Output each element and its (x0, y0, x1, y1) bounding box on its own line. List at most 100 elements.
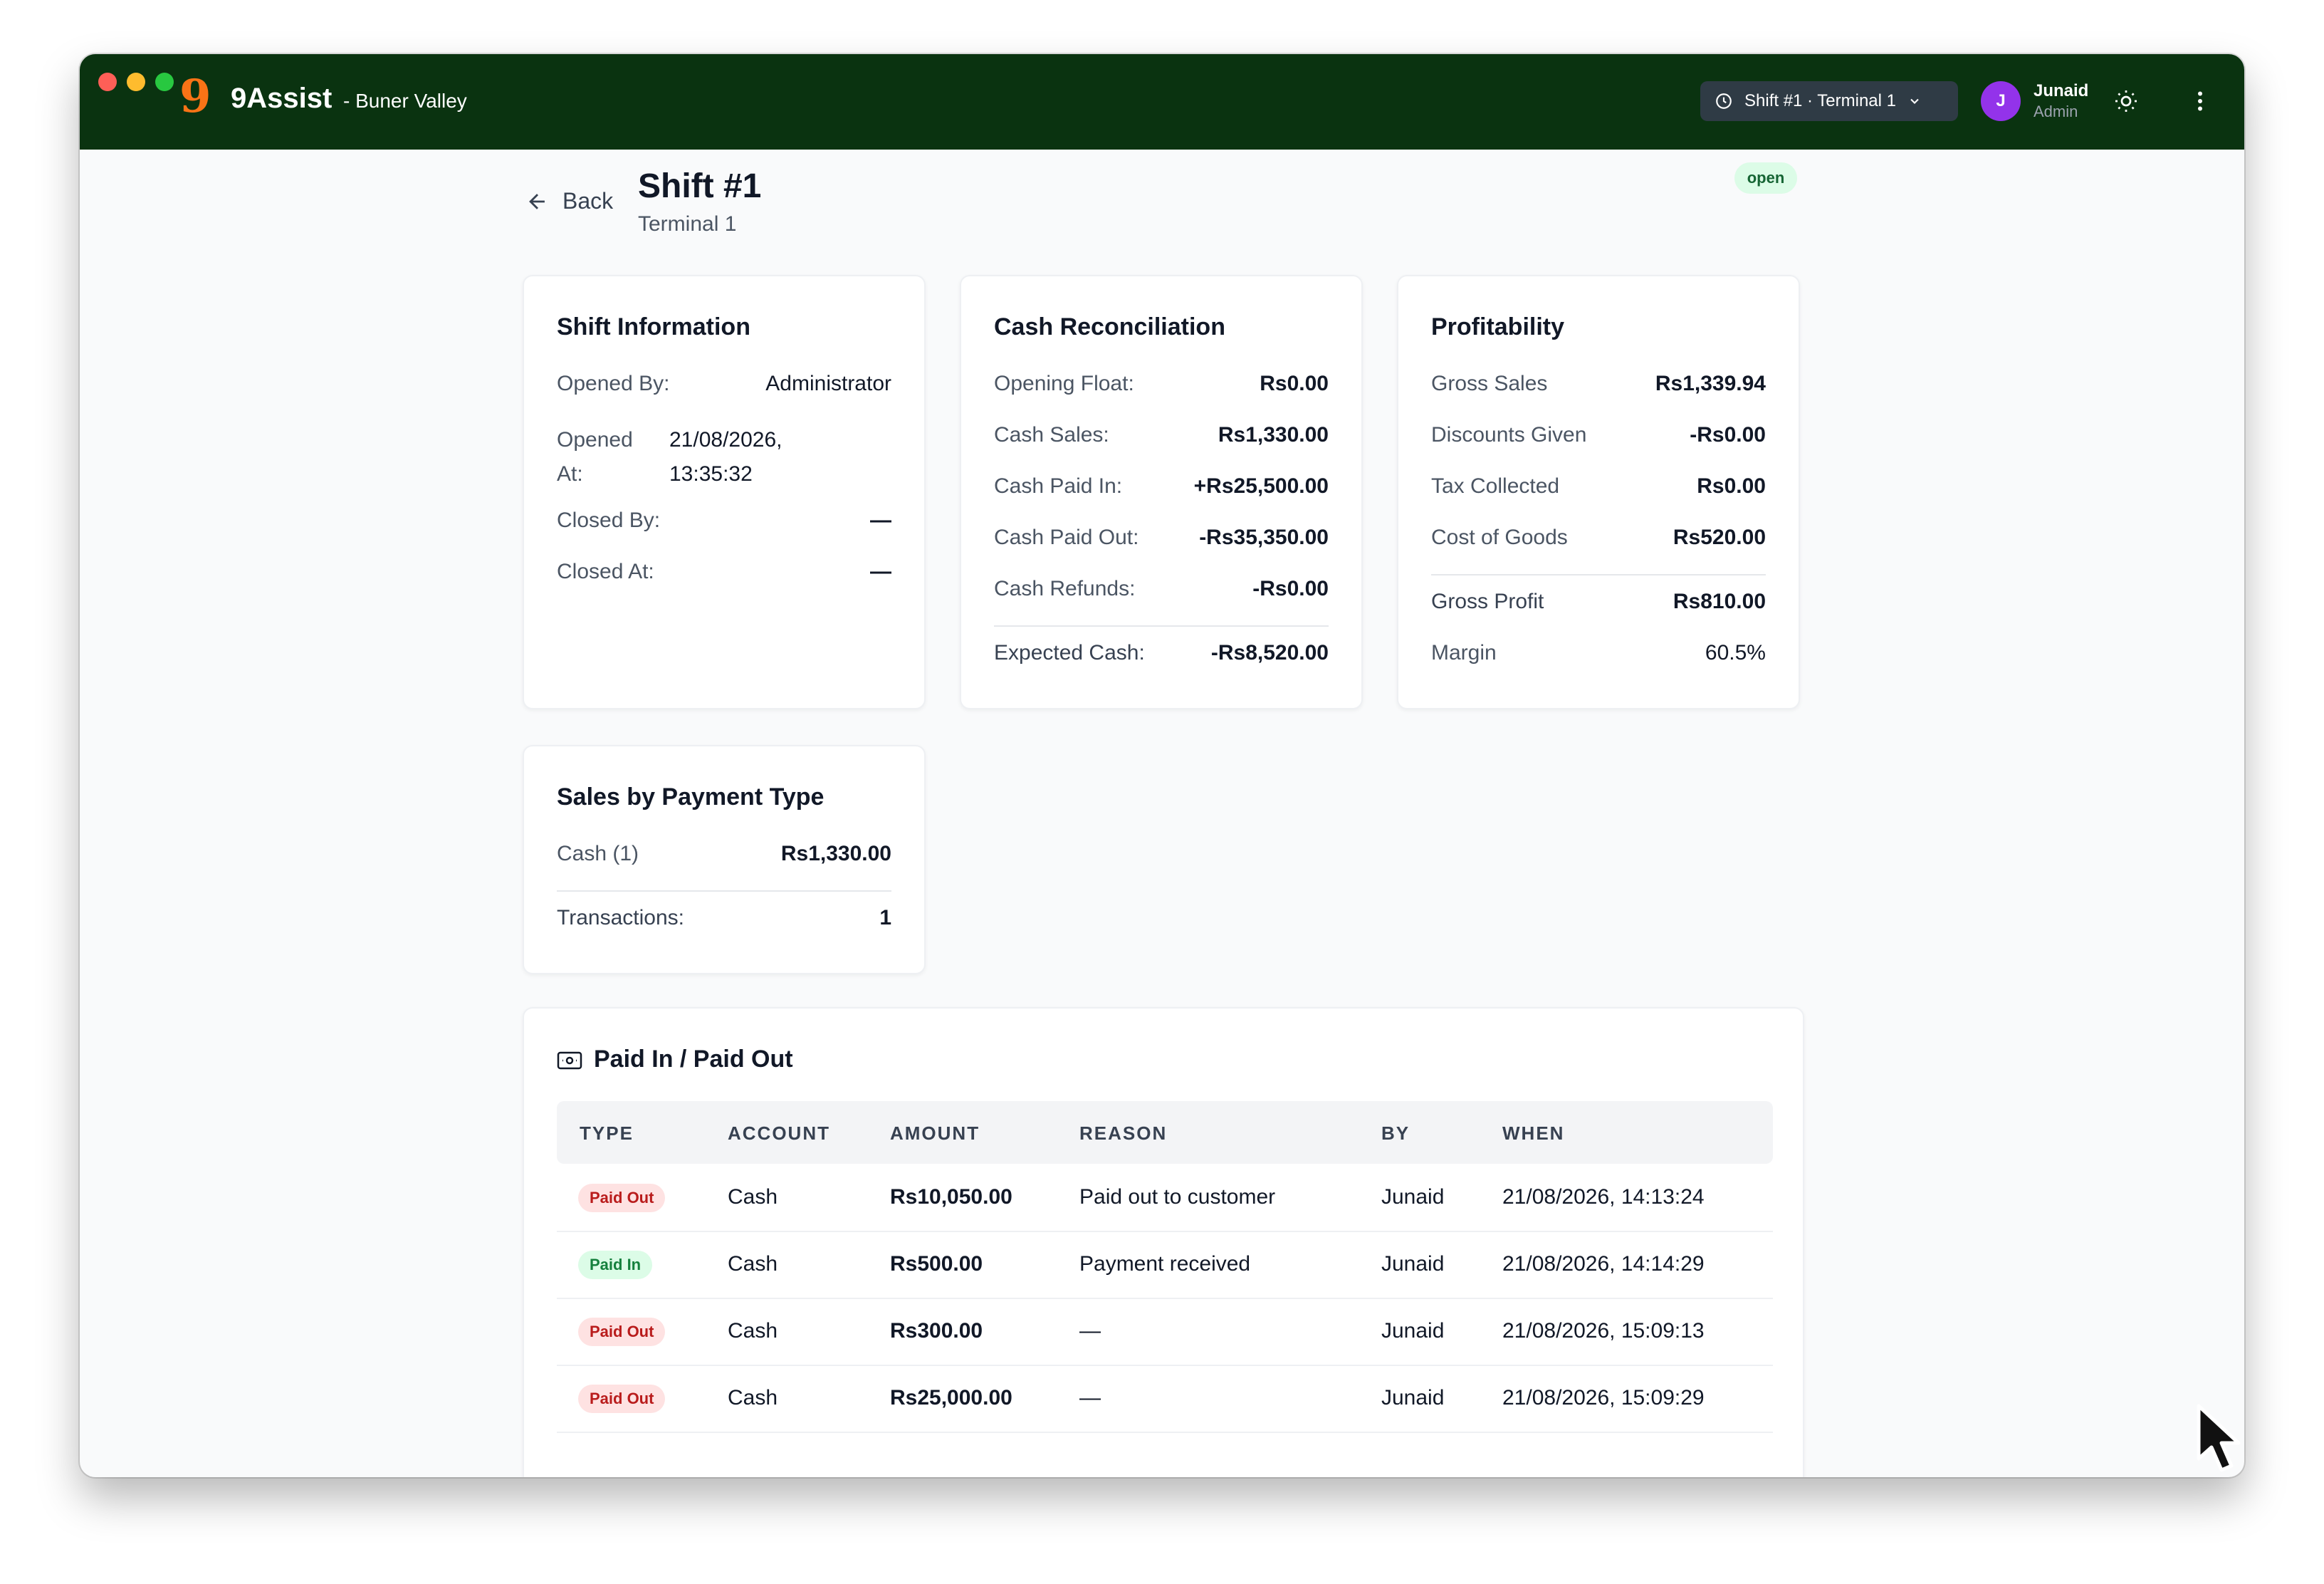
cost-of-goods-label: Cost of Goods (1431, 526, 1568, 549)
logo-icon: 9 (179, 70, 211, 123)
banknote-icon (557, 1051, 582, 1070)
cash-payment-label: Cash (1) (557, 842, 639, 865)
cash-paid-out-value: -Rs35,350.00 (1199, 526, 1329, 549)
by-cell: Junaid (1381, 1319, 1445, 1343)
opening-float-value: Rs0.00 (1260, 372, 1329, 395)
closed-by-label: Closed By: (557, 509, 661, 532)
page-subtitle: Terminal 1 (638, 212, 737, 236)
type-badge: Paid Out (578, 1318, 666, 1346)
when-cell: 21/08/2026, 14:14:29 (1502, 1252, 1705, 1276)
expected-cash-label: Expected Cash: (994, 641, 1145, 665)
tax-collected-value: Rs0.00 (1697, 474, 1766, 498)
closed-by-value: — (870, 509, 891, 532)
amount-cell: Rs25,000.00 (890, 1386, 1012, 1410)
cash-paid-in-label: Cash Paid In: (994, 474, 1123, 498)
sales-by-payment-card: Sales by Payment Type Cash (1) Rs1,330.00… (523, 745, 926, 974)
gross-sales-value: Rs1,339.94 (1655, 372, 1766, 395)
card-title: Profitability (1431, 313, 1565, 340)
opened-at-label: Opened (557, 428, 633, 452)
cash-paid-in-value: +Rs25,500.00 (1193, 474, 1329, 498)
transactions-label: Transactions: (557, 906, 684, 929)
amount-cell: Rs300.00 (890, 1319, 983, 1343)
card-title: Shift Information (557, 313, 750, 340)
opened-by-value: Administrator (765, 372, 891, 395)
branch-name: - Buner Valley (343, 90, 467, 112)
column-header: REASON (1079, 1122, 1168, 1144)
table-header: TYPE ACCOUNT AMOUNT REASON BY WHEN (557, 1101, 1773, 1164)
when-cell: 21/08/2026, 14:13:24 (1502, 1185, 1705, 1209)
reason-cell: — (1079, 1319, 1101, 1343)
amount-cell: Rs10,050.00 (890, 1185, 1012, 1209)
arrow-left-icon (529, 193, 545, 209)
minimize-window-button[interactable] (127, 73, 145, 91)
chevron-down-icon (1910, 98, 1919, 104)
divider (557, 890, 891, 892)
margin-label: Margin (1431, 641, 1497, 665)
paid-in-out-card: Paid In / Paid Out TYPE ACCOUNT AMOUNT R… (523, 1007, 1804, 1477)
column-header: AMOUNT (890, 1122, 980, 1144)
divider (1431, 574, 1766, 575)
card-title: Paid In / Paid Out (594, 1046, 793, 1073)
column-header: WHEN (1502, 1122, 1565, 1144)
gross-profit-value: Rs810.00 (1673, 590, 1766, 613)
app-window: 9 9Assist - Buner Valley Shift #1 · Term… (80, 54, 2244, 1477)
back-button[interactable]: Back (525, 188, 613, 214)
sun-icon[interactable] (2113, 88, 2139, 114)
opened-at-label-2: At: (557, 462, 583, 486)
gross-sales-label: Gross Sales (1431, 372, 1548, 395)
when-cell: 21/08/2026, 15:09:13 (1502, 1319, 1705, 1343)
table-row[interactable]: Paid Out Cash Rs10,050.00 Paid out to cu… (557, 1165, 1773, 1232)
cash-payment-value: Rs1,330.00 (780, 842, 891, 865)
opened-at-time: 13:35:32 (669, 462, 753, 486)
transactions-value: 1 (879, 906, 891, 929)
table-row[interactable]: Paid Out Cash Rs300.00 — Junaid 21/08/20… (557, 1299, 1773, 1366)
discounts-label: Discounts Given (1431, 423, 1587, 447)
cash-refunds-value: -Rs0.00 (1252, 577, 1329, 600)
table-row[interactable]: Paid Out Cash Rs25,000.00 — Junaid 21/08… (557, 1366, 1773, 1433)
back-label: Back (562, 188, 614, 214)
cash-sales-value: Rs1,330.00 (1218, 423, 1329, 447)
type-badge: Paid In (578, 1251, 653, 1279)
cost-of-goods-value: Rs520.00 (1673, 526, 1766, 549)
closed-at-label: Closed At: (557, 560, 654, 583)
opened-by-label: Opened By: (557, 372, 670, 395)
profitability-card: Profitability Gross Sales Rs1,339.94 Disc… (1397, 275, 1800, 709)
divider (994, 625, 1329, 627)
maximize-window-button[interactable] (155, 73, 174, 91)
status-badge: open (1734, 162, 1797, 194)
account-cell: Cash (728, 1252, 778, 1276)
more-vertical-icon[interactable] (2187, 88, 2213, 114)
cash-refunds-label: Cash Refunds: (994, 577, 1136, 600)
clock-icon (1716, 93, 1732, 109)
when-cell: 21/08/2026, 15:09:29 (1502, 1386, 1705, 1410)
gross-profit-label: Gross Profit (1431, 590, 1544, 613)
reason-cell: — (1079, 1386, 1101, 1410)
reason-cell: Paid out to customer (1079, 1185, 1276, 1209)
column-header: ACCOUNT (728, 1122, 830, 1144)
card-title: Cash Reconciliation (994, 313, 1225, 340)
shift-selector-label: Shift #1 · Terminal 1 (1744, 91, 1896, 110)
brand-name: 9Assist (231, 83, 333, 114)
opened-at-date: 21/08/2026, (669, 428, 782, 452)
close-window-button[interactable] (98, 73, 117, 91)
shift-information-card: Shift Information Opened By: Administrat… (523, 275, 926, 709)
margin-value: 60.5% (1705, 641, 1766, 665)
opening-float-label: Opening Float: (994, 372, 1134, 395)
title-bar: 9 9Assist - Buner Valley Shift #1 · Term… (80, 54, 2244, 150)
discounts-value: -Rs0.00 (1690, 423, 1766, 447)
closed-at-value: — (870, 560, 891, 583)
table-row[interactable]: Paid In Cash Rs500.00 Payment received J… (557, 1232, 1773, 1299)
page-title: Shift #1 (638, 167, 762, 205)
amount-cell: Rs500.00 (890, 1252, 983, 1276)
by-cell: Junaid (1381, 1185, 1445, 1209)
account-cell: Cash (728, 1386, 778, 1410)
cash-paid-out-label: Cash Paid Out: (994, 526, 1139, 549)
shift-selector[interactable]: Shift #1 · Terminal 1 (1700, 81, 1958, 121)
user-role: Admin (2034, 103, 2078, 120)
avatar[interactable]: J (1981, 81, 2021, 121)
card-title: Sales by Payment Type (557, 783, 825, 811)
by-cell: Junaid (1381, 1252, 1445, 1276)
reason-cell: Payment received (1079, 1252, 1251, 1276)
user-name: Junaid (2034, 81, 2089, 100)
mouse-cursor-icon (2197, 1404, 2241, 1472)
